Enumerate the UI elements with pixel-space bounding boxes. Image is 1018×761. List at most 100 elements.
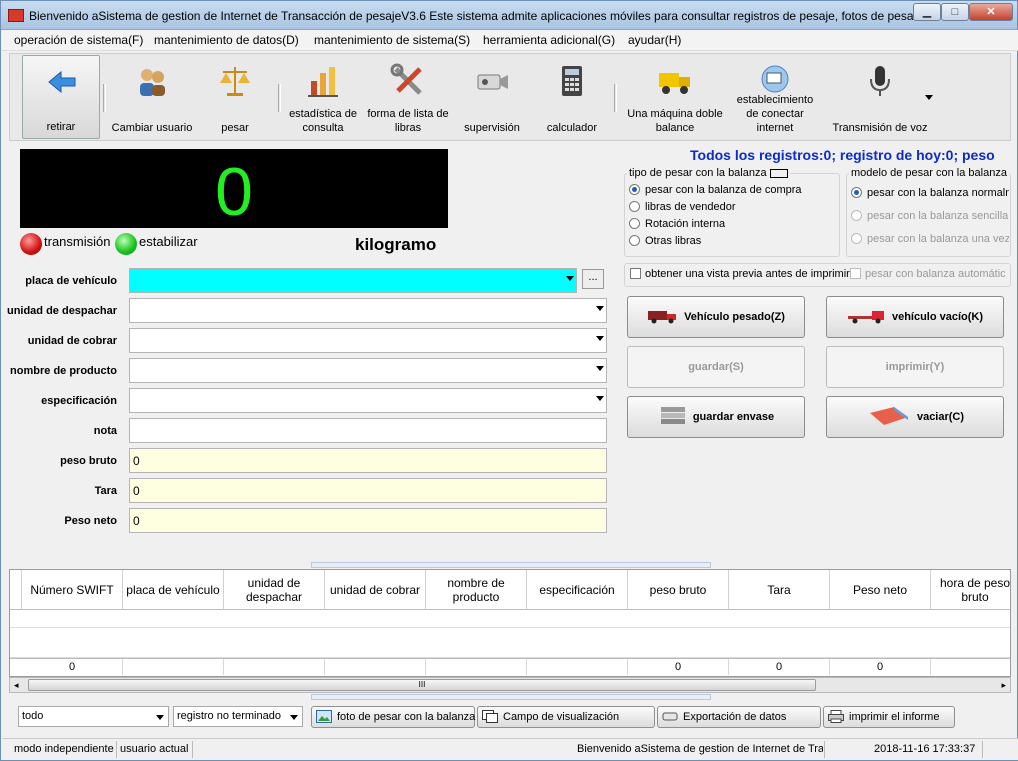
radio-seller-weighing[interactable]: libras de vendedor bbox=[629, 200, 736, 213]
toolbar-voice-button[interactable]: Transmisión de voz bbox=[821, 55, 939, 139]
column-header[interactable]: nombre de producto bbox=[426, 570, 527, 610]
billing-unit-select[interactable] bbox=[129, 328, 607, 353]
window-title: Bienvenido aSistema de gestion de Intern… bbox=[29, 9, 913, 23]
horizontal-scrollbar[interactable]: ◂ III ▸ bbox=[9, 677, 1011, 693]
column-header[interactable]: Número SWIFT bbox=[22, 570, 123, 610]
column-header[interactable]: Tara bbox=[729, 570, 830, 610]
column-header[interactable]: peso bruto bbox=[628, 570, 729, 610]
splitter-top[interactable] bbox=[311, 562, 711, 568]
toolbar: retirar Cambiar usuario pesar estadístic… bbox=[9, 53, 1011, 141]
total-cell: 0 bbox=[22, 659, 123, 675]
radio-simple-weighing: pesar con la balanza sencillan bbox=[851, 210, 1009, 222]
chevron-down-icon[interactable] bbox=[925, 95, 933, 100]
toolbar-calculator-button[interactable]: calculador bbox=[533, 55, 611, 139]
menu-system-operation[interactable]: operación de sistema(F) bbox=[14, 33, 143, 47]
scroll-right-icon[interactable]: ▸ bbox=[1001, 680, 1006, 691]
toolbar-double-balance-button[interactable]: Una máquina doble balance bbox=[621, 55, 729, 139]
toolbar-change-user-button[interactable]: Cambiar usuario bbox=[110, 55, 194, 139]
weighing-photo-button[interactable]: foto de pesar con la balanza bbox=[311, 706, 475, 728]
menu-help[interactable]: ayudar(H) bbox=[628, 33, 681, 47]
radio-purchase-weighing[interactable]: pesar con la balanza de compra bbox=[629, 183, 802, 196]
chevron-down-icon[interactable] bbox=[290, 715, 298, 720]
product-name-select[interactable] bbox=[129, 358, 607, 383]
title-bar: Bienvenido aSistema de gestion de Intern… bbox=[1, 1, 1017, 30]
close-button[interactable]: ✕ bbox=[969, 3, 1013, 21]
table-row[interactable] bbox=[10, 628, 1010, 658]
total-cell: 0 bbox=[729, 659, 830, 675]
dispatch-unit-select[interactable] bbox=[129, 298, 607, 323]
filter-all-select[interactable]: todo bbox=[18, 706, 169, 727]
weight-unit: kilogramo bbox=[355, 235, 437, 254]
chevron-down-icon[interactable] bbox=[596, 366, 604, 371]
radio-single-weighing: pesar con la balanza una vez bbox=[851, 233, 1009, 245]
plate-input[interactable] bbox=[129, 268, 577, 293]
gross-weight-field[interactable]: 0 bbox=[129, 448, 607, 473]
menu-additional-tools[interactable]: herramienta adicional(G) bbox=[483, 33, 615, 47]
menu-data-maintenance[interactable]: mantenimiento de datos(D) bbox=[154, 33, 299, 47]
chevron-down-icon[interactable] bbox=[596, 336, 604, 341]
toolbar-list-form-button[interactable]: forma de lista de libras bbox=[365, 55, 451, 139]
menu-system-maintenance[interactable]: mantenimiento de sistema(S) bbox=[314, 33, 470, 47]
toolbar-statistics-button[interactable]: estadística de consulta bbox=[284, 55, 362, 139]
chevron-down-icon[interactable] bbox=[156, 715, 164, 720]
toolbar-supervision-button[interactable]: supervisión bbox=[453, 55, 531, 139]
microphone-icon bbox=[870, 66, 890, 96]
tare-field[interactable]: 0 bbox=[129, 478, 607, 503]
save-button: guardar(S) bbox=[627, 346, 805, 388]
stabilize-label: estabilizar bbox=[139, 234, 198, 249]
toolbar-internet-setup-button[interactable]: establecimiento de conectar internet bbox=[731, 55, 819, 139]
column-header[interactable]: hora de peso bruto bbox=[931, 570, 1010, 610]
transmission-label: transmisión bbox=[44, 234, 111, 249]
column-header[interactable]: placa de vehículo bbox=[123, 570, 224, 610]
specification-select[interactable] bbox=[129, 388, 607, 413]
clear-button[interactable]: vaciar(C) bbox=[826, 396, 1004, 438]
status-mode: modo independiente bbox=[14, 743, 114, 755]
toolbar-label: pesar bbox=[221, 122, 249, 134]
filter-status-select[interactable]: registro no terminado bbox=[173, 706, 303, 727]
net-weight-field[interactable]: 0 bbox=[129, 508, 607, 533]
chevron-down-icon[interactable] bbox=[596, 306, 604, 311]
eraser-icon bbox=[869, 407, 908, 426]
chevron-down-icon[interactable] bbox=[596, 396, 604, 401]
column-header[interactable]: Peso neto bbox=[830, 570, 931, 610]
weight-value: 0 bbox=[215, 154, 253, 230]
plate-browse-button[interactable]: ... bbox=[582, 269, 604, 289]
tools-icon bbox=[390, 63, 422, 95]
export-data-button[interactable]: Exportación de datos bbox=[657, 706, 821, 728]
radio-internal-rotation[interactable]: Rotación interna bbox=[629, 217, 725, 230]
truck-icon bbox=[659, 73, 690, 94]
total-cell bbox=[527, 659, 628, 675]
toolbar-withdraw-button[interactable]: retirar bbox=[22, 55, 100, 139]
minimize-button[interactable]: ▁ bbox=[913, 3, 941, 21]
app-icon bbox=[8, 9, 24, 22]
total-cell bbox=[426, 659, 527, 675]
radio-other-weighing[interactable]: Otras libras bbox=[629, 234, 701, 247]
toolbar-label: Transmisión de voz bbox=[832, 122, 928, 134]
toolbar-weigh-button[interactable]: pesar bbox=[196, 55, 274, 139]
scroll-left-icon[interactable]: ◂ bbox=[14, 680, 19, 691]
transmission-indicator-icon bbox=[20, 233, 42, 255]
empty-vehicle-button[interactable]: vehículo vacío(K) bbox=[826, 296, 1004, 338]
column-header[interactable]: especificación bbox=[527, 570, 628, 610]
note-input[interactable] bbox=[129, 418, 607, 443]
field-display-button[interactable]: Campo de visualización bbox=[477, 706, 655, 728]
specification-label: especificación bbox=[41, 395, 117, 407]
toolbar-label: calculador bbox=[546, 122, 598, 134]
print-preview-checkbox[interactable]: obtener una vista previa antes de imprim… bbox=[630, 268, 850, 280]
table-row[interactable] bbox=[10, 610, 1010, 628]
chevron-down-icon[interactable] bbox=[566, 276, 574, 281]
heavy-vehicle-button[interactable]: Vehículo pesado(Z) bbox=[627, 296, 805, 338]
maximize-button[interactable]: □ bbox=[941, 3, 969, 21]
tare-label: Tara bbox=[94, 485, 117, 497]
save-tare-button[interactable]: guardar envase bbox=[627, 396, 805, 438]
weigh-model-legend: modelo de pesar con la balanza bbox=[849, 167, 1009, 179]
column-header[interactable]: unidad de despachar bbox=[224, 570, 325, 610]
radio-normal-weighing[interactable]: pesar con la balanza normalm bbox=[851, 187, 1009, 199]
weigh-type-legend: tipo de pesar con la balanza bbox=[627, 167, 790, 179]
plate-label: placa de vehículo bbox=[25, 275, 117, 287]
column-header[interactable]: unidad de cobrar bbox=[325, 570, 426, 610]
splitter-bottom[interactable] bbox=[311, 694, 711, 700]
print-report-button[interactable]: imprimir el informe bbox=[823, 706, 955, 728]
status-user: usuario actual bbox=[120, 743, 189, 755]
scroll-thumb[interactable]: III bbox=[28, 679, 816, 691]
